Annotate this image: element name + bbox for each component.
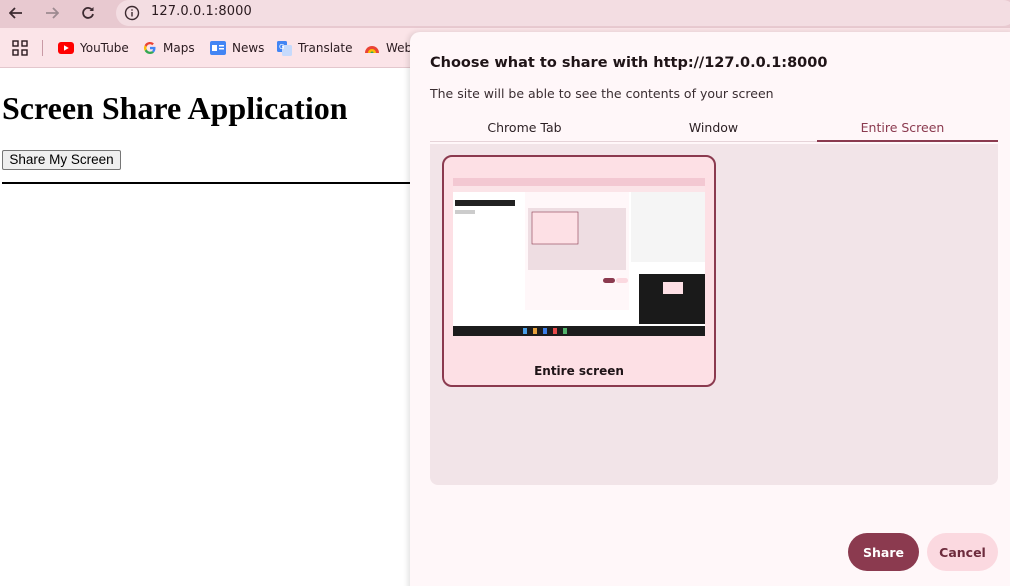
divider <box>2 182 412 184</box>
forward-arrow-icon <box>46 7 59 19</box>
screen-preview-image <box>453 178 705 336</box>
browser-toolbar: 127.0.0.1:8000 <box>0 0 1010 28</box>
bookmark-label: YouTube <box>80 41 129 55</box>
bookmarks-separator <box>42 40 43 56</box>
bookmark-label: Maps <box>163 41 195 55</box>
apps-button[interactable] <box>12 40 28 56</box>
url-text: 127.0.0.1:8000 <box>151 4 252 19</box>
source-panel: Entire screen <box>430 144 998 485</box>
web-icon <box>365 46 379 53</box>
info-icon <box>124 5 140 21</box>
cancel-button[interactable]: Cancel <box>927 533 998 571</box>
bookmark-web[interactable]: Web <box>364 40 412 56</box>
forward-button[interactable] <box>40 2 64 24</box>
source-tabs: Chrome Tab Window Entire Screen <box>430 116 998 142</box>
svg-text:G: G <box>279 43 284 51</box>
site-info-button[interactable] <box>122 3 142 23</box>
screen-thumbnail <box>453 178 705 336</box>
bookmark-maps[interactable]: Maps <box>143 40 195 56</box>
dialog-title: Choose what to share with http://127.0.0… <box>430 55 828 71</box>
reload-icon <box>82 7 94 19</box>
apps-grid-icon <box>12 40 28 56</box>
reload-button[interactable] <box>76 2 100 24</box>
back-arrow-icon <box>9 7 22 19</box>
bookmark-label: News <box>232 41 265 55</box>
translate-icon: G <box>277 40 292 56</box>
dialog-subtitle: The site will be able to see the content… <box>430 86 774 101</box>
bookmark-label: Translate <box>298 41 353 55</box>
bookmark-youtube[interactable]: YouTube <box>58 40 129 56</box>
back-button[interactable] <box>4 2 28 24</box>
share-button[interactable]: Share <box>848 533 919 571</box>
entire-screen-tile[interactable]: Entire screen <box>442 155 716 387</box>
youtube-icon <box>58 42 74 54</box>
page-title: Screen Share Application <box>2 90 348 126</box>
bookmark-news[interactable]: News <box>210 40 264 56</box>
tab-chrome-tab[interactable]: Chrome Tab <box>430 120 619 135</box>
google-icon <box>144 42 156 54</box>
share-my-screen-button[interactable]: Share My Screen <box>2 150 121 170</box>
tab-window[interactable]: Window <box>619 120 808 135</box>
screen-share-dialog: Choose what to share with http://127.0.0… <box>410 32 1010 586</box>
news-icon <box>210 41 226 55</box>
tab-entire-screen[interactable]: Entire Screen <box>808 120 997 135</box>
active-tab-indicator <box>817 140 998 142</box>
bookmark-translate[interactable]: G Translate <box>277 40 353 56</box>
address-bar[interactable]: 127.0.0.1:8000 <box>116 0 1010 26</box>
tile-label: Entire screen <box>534 364 624 378</box>
bookmark-label: Web <box>386 41 413 55</box>
